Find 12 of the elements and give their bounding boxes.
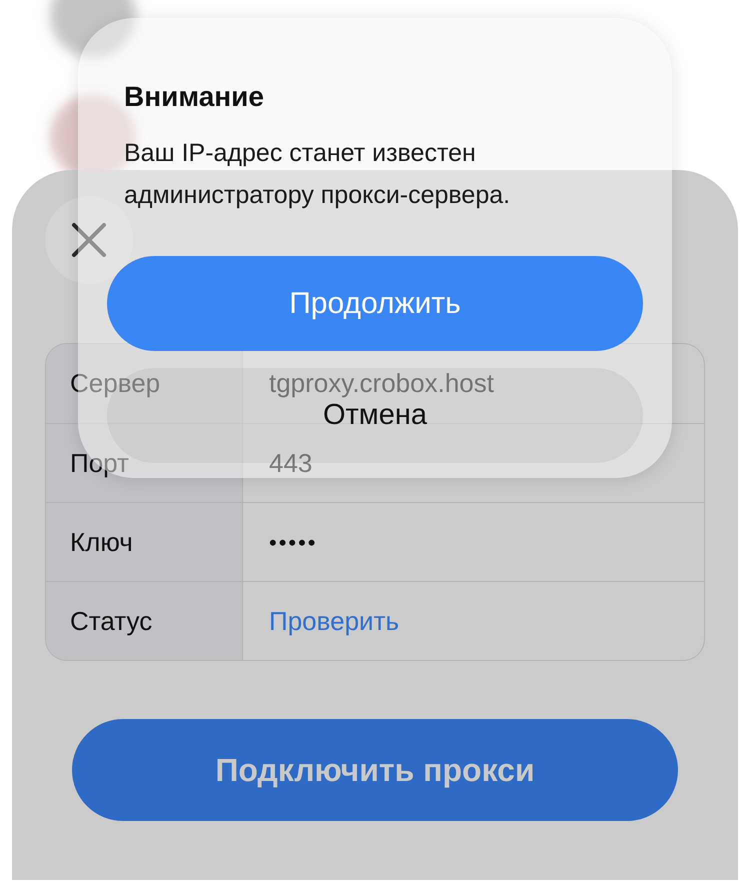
continue-button[interactable]: Продолжить [107, 256, 643, 351]
field-label: Ключ [46, 503, 243, 581]
field-label: Сервер [46, 344, 243, 423]
check-link[interactable]: Проверить [269, 602, 400, 640]
dialog-message: Ваш IP-адрес станет известен администратору прокси-сервера. [123, 138, 512, 211]
connect-proxy-button[interactable]: Подключить прокси [72, 719, 678, 821]
field-label: Статус [46, 582, 243, 660]
close-icon [71, 222, 107, 258]
dialog-title: Внимание [123, 80, 265, 114]
field-label: Порт [46, 424, 243, 502]
masked-key: ••••• [269, 526, 318, 558]
field-value: tgproxy.crobox.host [269, 367, 494, 400]
